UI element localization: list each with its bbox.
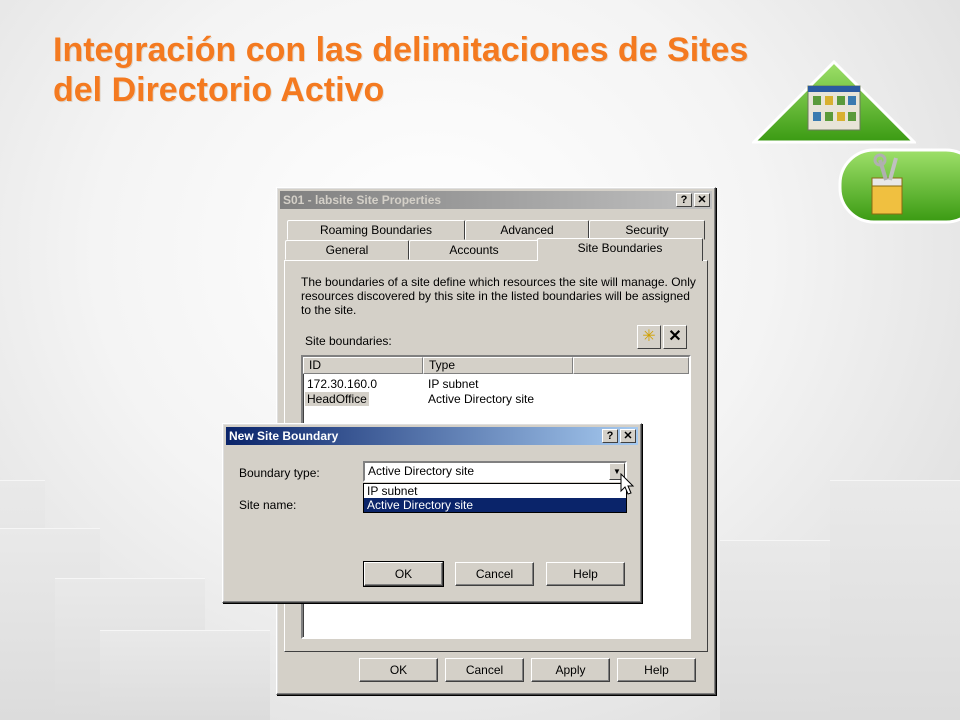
tab-roaming-boundaries[interactable]: Roaming Boundaries — [287, 220, 465, 240]
column-header-type[interactable]: Type — [423, 357, 573, 374]
boundary-title: New Site Boundary — [229, 429, 339, 443]
delete-icon[interactable]: ✕ — [663, 325, 687, 349]
mouse-cursor-icon — [620, 473, 635, 495]
site-boundaries-label: Site boundaries: — [305, 334, 392, 348]
tab-security[interactable]: Security — [589, 220, 705, 240]
boundary-ok-button[interactable]: OK — [363, 561, 444, 587]
row-1-id[interactable]: 172.30.160.0 — [307, 377, 377, 391]
row-1-type[interactable]: IP subnet — [428, 377, 478, 391]
boundary-type-label: Boundary type: — [239, 466, 320, 480]
boundary-type-select[interactable]: Active Directory site ▼ — [363, 461, 627, 482]
toolbox-icon — [838, 148, 960, 224]
help-button[interactable]: Help — [617, 658, 696, 682]
close-icon[interactable]: ✕ — [620, 429, 636, 443]
tab-general[interactable]: General — [285, 240, 409, 260]
option-ip-subnet[interactable]: IP subnet — [364, 484, 626, 498]
properties-title: S01 - labsite Site Properties — [283, 193, 442, 207]
column-header-id[interactable]: ID — [303, 357, 423, 374]
cancel-button[interactable]: Cancel — [445, 658, 524, 682]
column-header-empty[interactable] — [573, 357, 689, 374]
properties-titlebar: S01 - labsite Site Properties ? ✕ — [280, 191, 712, 209]
boundary-type-dropdown[interactable]: IP subnet Active Directory site — [363, 483, 627, 513]
new-item-icon[interactable]: ✳ — [637, 325, 661, 349]
tab-site-boundaries[interactable]: Site Boundaries — [537, 238, 703, 261]
apply-button[interactable]: Apply — [531, 658, 610, 682]
row-2-type[interactable]: Active Directory site — [428, 392, 534, 406]
boundaries-description: The boundaries of a site define which re… — [301, 275, 696, 317]
option-active-directory-site[interactable]: Active Directory site — [364, 498, 626, 512]
site-name-label: Site name: — [239, 498, 297, 512]
tab-advanced[interactable]: Advanced — [465, 220, 589, 240]
row-2-id[interactable]: HeadOffice — [305, 392, 369, 406]
site-boundaries-label-text: Site boundaries: — [305, 334, 392, 348]
ok-button[interactable]: OK — [359, 658, 438, 682]
close-icon[interactable]: ✕ — [694, 193, 710, 207]
triangle-logo-icon — [752, 60, 916, 144]
boundary-titlebar: New Site Boundary ? ✕ — [226, 427, 638, 445]
boundary-type-value: Active Directory site — [368, 464, 475, 478]
boundary-cancel-button[interactable]: Cancel — [455, 562, 534, 586]
new-site-boundary-dialog: New Site Boundary ? ✕ Boundary type: Act… — [222, 423, 642, 603]
help-icon[interactable]: ? — [602, 429, 618, 443]
help-icon[interactable]: ? — [676, 193, 692, 207]
tab-accounts[interactable]: Accounts — [409, 240, 539, 260]
boundary-help-button[interactable]: Help — [546, 562, 625, 586]
